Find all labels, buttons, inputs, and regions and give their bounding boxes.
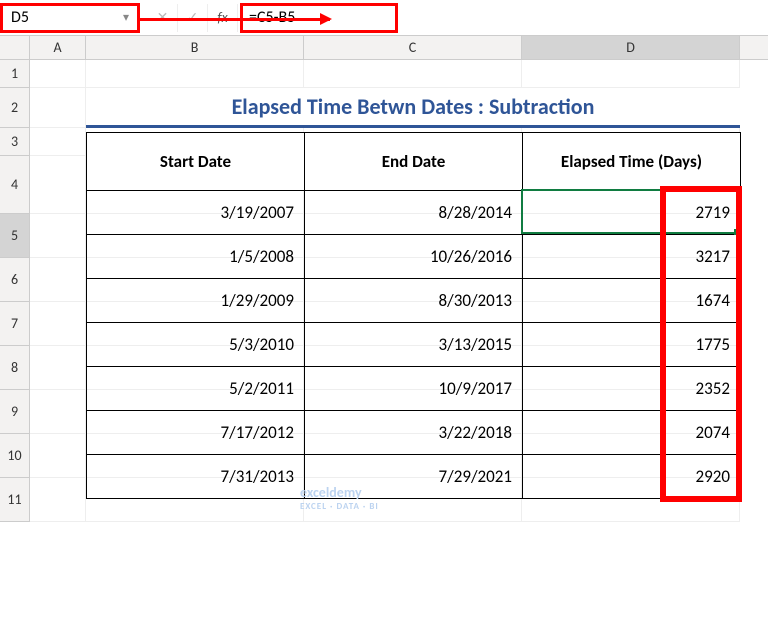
row-header-6[interactable]: 6 xyxy=(0,258,30,302)
cell-start-date[interactable]: 1/5/2008 xyxy=(87,235,305,279)
row-header-3[interactable]: 3 xyxy=(0,128,30,156)
cell-a4[interactable] xyxy=(30,156,86,214)
column-header-b[interactable]: B xyxy=(86,36,304,59)
table-row: 1/29/20098/30/20131674 xyxy=(87,279,741,323)
cell-a5[interactable] xyxy=(30,214,86,258)
cell-end-date[interactable]: 3/22/2018 xyxy=(305,411,523,455)
column-header-c[interactable]: C xyxy=(304,36,522,59)
name-box-value: D5 xyxy=(11,8,29,27)
cell-a1[interactable] xyxy=(30,60,86,88)
header-elapsed[interactable]: Elapsed Time (Days) xyxy=(523,133,741,191)
table-header-row: Start Date End Date Elapsed Time (Days) xyxy=(87,133,741,191)
cell-start-date[interactable]: 7/31/2013 xyxy=(87,455,305,499)
cell-a7[interactable] xyxy=(30,302,86,346)
cell-start-date[interactable]: 7/17/2012 xyxy=(87,411,305,455)
cell-end-date[interactable]: 3/13/2015 xyxy=(305,323,523,367)
cell-end-date[interactable]: 8/28/2014 xyxy=(305,191,523,235)
row-header-11[interactable]: 11 xyxy=(0,478,30,522)
chevron-down-icon[interactable]: ▾ xyxy=(123,10,129,25)
cell-a6[interactable] xyxy=(30,258,86,302)
select-all-corner[interactable] xyxy=(0,36,30,59)
header-end-date[interactable]: End Date xyxy=(305,133,523,191)
row-header-9[interactable]: 9 xyxy=(0,390,30,434)
cell-elapsed[interactable]: 1775 xyxy=(523,323,741,367)
cell-start-date[interactable]: 5/2/2011 xyxy=(87,367,305,411)
cell-c1[interactable] xyxy=(304,60,522,88)
page-title: Elapsed Time Betwn Dates : Subtraction xyxy=(86,88,740,128)
annotation-arrow xyxy=(140,18,330,21)
row-header-10[interactable]: 10 xyxy=(0,434,30,478)
cell-elapsed[interactable]: 2920 xyxy=(523,455,741,499)
formula-bar: D5 ▾ ✕ ✓ fx =C5-B5 xyxy=(0,0,768,36)
row-header-1[interactable]: 1 xyxy=(0,60,30,88)
cell-elapsed[interactable]: 3217 xyxy=(523,235,741,279)
cell-start-date[interactable]: 5/3/2010 xyxy=(87,323,305,367)
row-header-7[interactable]: 7 xyxy=(0,302,30,346)
cell-end-date[interactable]: 7/29/2021 xyxy=(305,455,523,499)
row-header-2[interactable]: 2 xyxy=(0,88,30,128)
table-row: 1/5/200810/26/20163217 xyxy=(87,235,741,279)
cell-a10[interactable] xyxy=(30,434,86,478)
cell-a11[interactable] xyxy=(30,478,86,522)
cell-a3[interactable] xyxy=(30,128,86,156)
cell-a2[interactable] xyxy=(30,88,86,128)
table-row: 3/19/20078/28/20142719 xyxy=(87,191,741,235)
column-header-a[interactable]: A xyxy=(30,36,86,59)
table-row: 5/3/20103/13/20151775 xyxy=(87,323,741,367)
cell-elapsed[interactable]: 1674 xyxy=(523,279,741,323)
cell-end-date[interactable]: 10/26/2016 xyxy=(305,235,523,279)
spreadsheet-grid: A B C D 1 2 Elapsed Time Betwn Dates : S… xyxy=(0,36,768,522)
row-header-8[interactable]: 8 xyxy=(0,346,30,390)
table-row: 5/2/201110/9/20172352 xyxy=(87,367,741,411)
cell-start-date[interactable]: 1/29/2009 xyxy=(87,279,305,323)
cell-elapsed[interactable]: 2719 xyxy=(523,191,741,235)
data-table: Start Date End Date Elapsed Time (Days) … xyxy=(86,132,741,499)
cell-b1[interactable] xyxy=(86,60,304,88)
cell-a8[interactable] xyxy=(30,346,86,390)
cell-elapsed[interactable]: 2074 xyxy=(523,411,741,455)
cell-elapsed[interactable]: 2352 xyxy=(523,367,741,411)
table-row: 7/17/20123/22/20182074 xyxy=(87,411,741,455)
header-start-date[interactable]: Start Date xyxy=(87,133,305,191)
table-row: 7/31/20137/29/20212920 xyxy=(87,455,741,499)
row-header-5[interactable]: 5 xyxy=(0,214,30,258)
name-box[interactable]: D5 ▾ xyxy=(0,3,140,33)
cell-end-date[interactable]: 8/30/2013 xyxy=(305,279,523,323)
column-headers: A B C D xyxy=(0,36,768,60)
cell-a9[interactable] xyxy=(30,390,86,434)
cell-end-date[interactable]: 10/9/2017 xyxy=(305,367,523,411)
cell-start-date[interactable]: 3/19/2007 xyxy=(87,191,305,235)
row-header-4[interactable]: 4 xyxy=(0,156,30,214)
cell-d1[interactable] xyxy=(522,60,740,88)
column-header-d[interactable]: D xyxy=(522,36,740,59)
